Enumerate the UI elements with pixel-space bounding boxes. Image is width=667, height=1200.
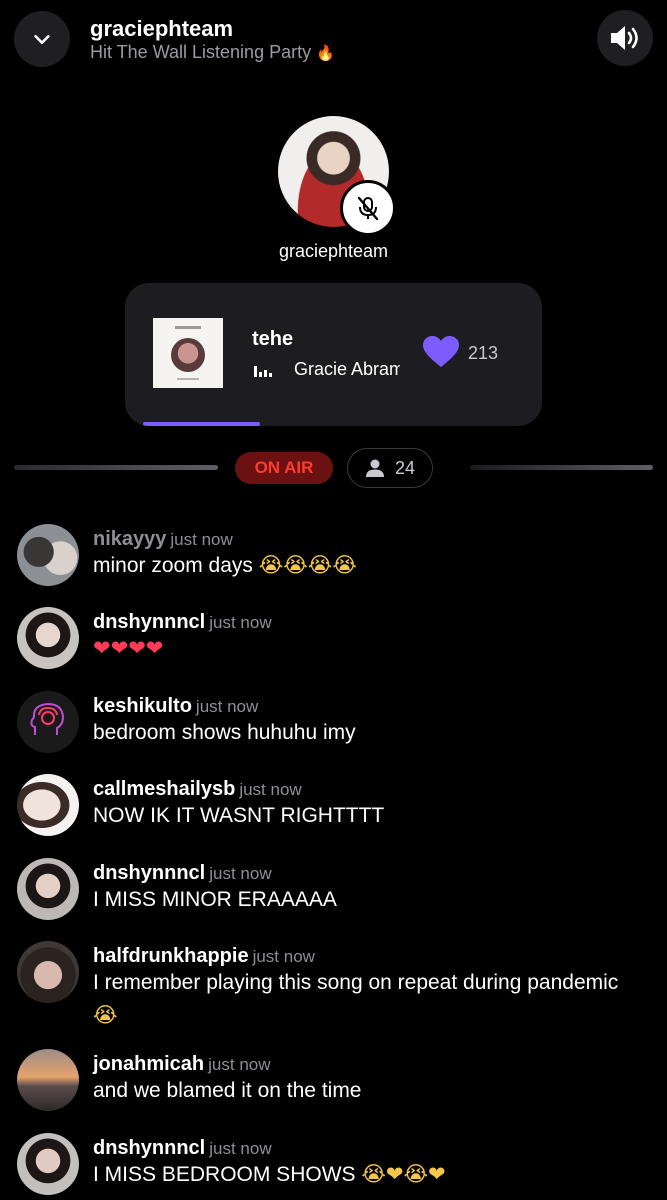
head-headphones-icon (30, 702, 65, 735)
chat-text: and we blamed it on the time (93, 1079, 362, 1102)
avatar[interactable] (17, 524, 79, 586)
chat-text: minor zoom days 😭😭😭😭 (93, 553, 357, 577)
playback-progress (143, 422, 260, 426)
chevron-down-icon (34, 34, 50, 44)
chat-text: I MISS BEDROOM SHOWS 😭❤😭❤ (93, 1162, 446, 1186)
playing-bars-icon (254, 365, 272, 377)
now-playing-card[interactable]: tehe Gracie Abrams 213 (125, 283, 542, 426)
divider (470, 465, 653, 470)
chat-username: dnshynnncl just now (93, 862, 272, 884)
header: graciephteam Hit The Wall Listening Part… (0, 0, 667, 90)
album-art (153, 318, 223, 388)
avatar[interactable] (17, 774, 79, 836)
song-title: tehe (252, 328, 294, 350)
chat-text: I remember playing this song on repeat d… (93, 971, 619, 1027)
avatar[interactable] (17, 1049, 79, 1111)
chat-username: dnshynnncl just now (93, 611, 272, 633)
chat-username: nikayyy just now (93, 528, 233, 550)
speaker-icon (611, 26, 638, 50)
chat-text: NOW IK IT WASNT RIGHTTTT (93, 804, 385, 827)
avatar[interactable] (17, 607, 79, 669)
listeners-button[interactable]: 24 (347, 448, 433, 488)
like-count: 213 (468, 343, 499, 363)
avatar[interactable] (17, 691, 79, 753)
artist-name: Gracie Abrams (294, 359, 400, 379)
chat-username: keshikulto just now (93, 695, 259, 717)
listener-count: 24 (394, 457, 416, 478)
mic-muted-icon (357, 196, 379, 221)
chat-username: dnshynnncl just now (93, 1137, 272, 1159)
like-button[interactable] (422, 335, 460, 369)
chat-username: halfdrunkhappie just now (93, 945, 315, 967)
avatar[interactable] (17, 1133, 79, 1195)
collapse-button[interactable] (14, 11, 70, 67)
sound-button[interactable] (597, 10, 653, 66)
room-title: Hit The Wall Listening Party 🔥 (90, 42, 335, 63)
avatar[interactable] (17, 941, 79, 1003)
fire-icon: 🔥 (316, 44, 335, 62)
on-air-badge: ON AIR (235, 452, 333, 484)
person-icon (365, 459, 384, 477)
chat-username: callmeshailysb just now (93, 778, 302, 800)
chat-username: jonahmicah just now (93, 1053, 271, 1075)
chat-text: I MISS MINOR ERAAAAA (93, 888, 337, 911)
room-title-text: Hit The Wall Listening Party (90, 42, 312, 62)
divider (14, 465, 218, 470)
chat-text: bedroom shows huhuhu imy (93, 721, 356, 744)
mic-muted-badge (340, 180, 396, 236)
room-host-name: graciephteam (90, 16, 234, 41)
chat-text: ❤❤❤❤ (93, 636, 164, 660)
avatar[interactable] (17, 858, 79, 920)
host-username: graciephteam (278, 241, 389, 261)
heart-icon (423, 336, 459, 367)
